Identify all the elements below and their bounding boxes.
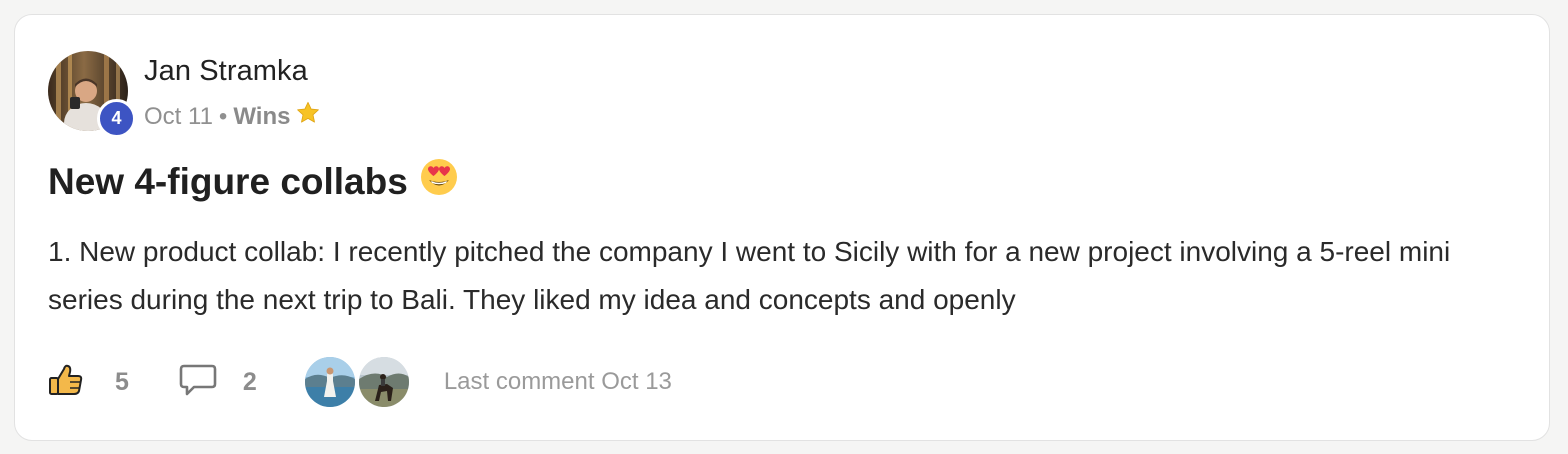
star-icon (295, 100, 321, 133)
commenter-avatar[interactable] (358, 357, 409, 407)
commenter-avatar[interactable] (304, 357, 355, 407)
comment-count[interactable]: 2 (243, 368, 257, 397)
thumbs-up-icon[interactable] (48, 363, 84, 402)
like-count[interactable]: 5 (115, 368, 129, 397)
post-card[interactable]: 4 Jan Stramka Oct 11 • Wins New 4-figure… (14, 14, 1550, 441)
last-comment-label: Last comment Oct 13 (443, 368, 672, 395)
meta-separator: • (218, 102, 228, 130)
author-avatar-container[interactable]: 4 (48, 51, 136, 138)
author-name[interactable]: Jan Stramka (144, 55, 308, 88)
post-footer: 5 2 Last comment Oct 13 (48, 356, 672, 408)
heart-eyes-emoji-icon (420, 158, 458, 205)
post-title[interactable]: New 4-figure collabs (48, 158, 458, 205)
post-category[interactable]: Wins (233, 103, 290, 131)
post-title-text[interactable]: New 4-figure collabs (48, 161, 408, 203)
post-body-preview[interactable]: 1. New product collab: I recently pitche… (48, 228, 1518, 324)
post-date[interactable]: Oct 11 (144, 103, 213, 131)
post-meta: Oct 11 • Wins (144, 100, 321, 133)
level-badge: 4 (97, 99, 136, 138)
comment-bubble-icon[interactable] (179, 363, 217, 402)
like-button[interactable]: 5 (48, 363, 129, 402)
comment-button[interactable]: 2 (179, 363, 257, 402)
commenter-avatars[interactable] (304, 357, 413, 407)
